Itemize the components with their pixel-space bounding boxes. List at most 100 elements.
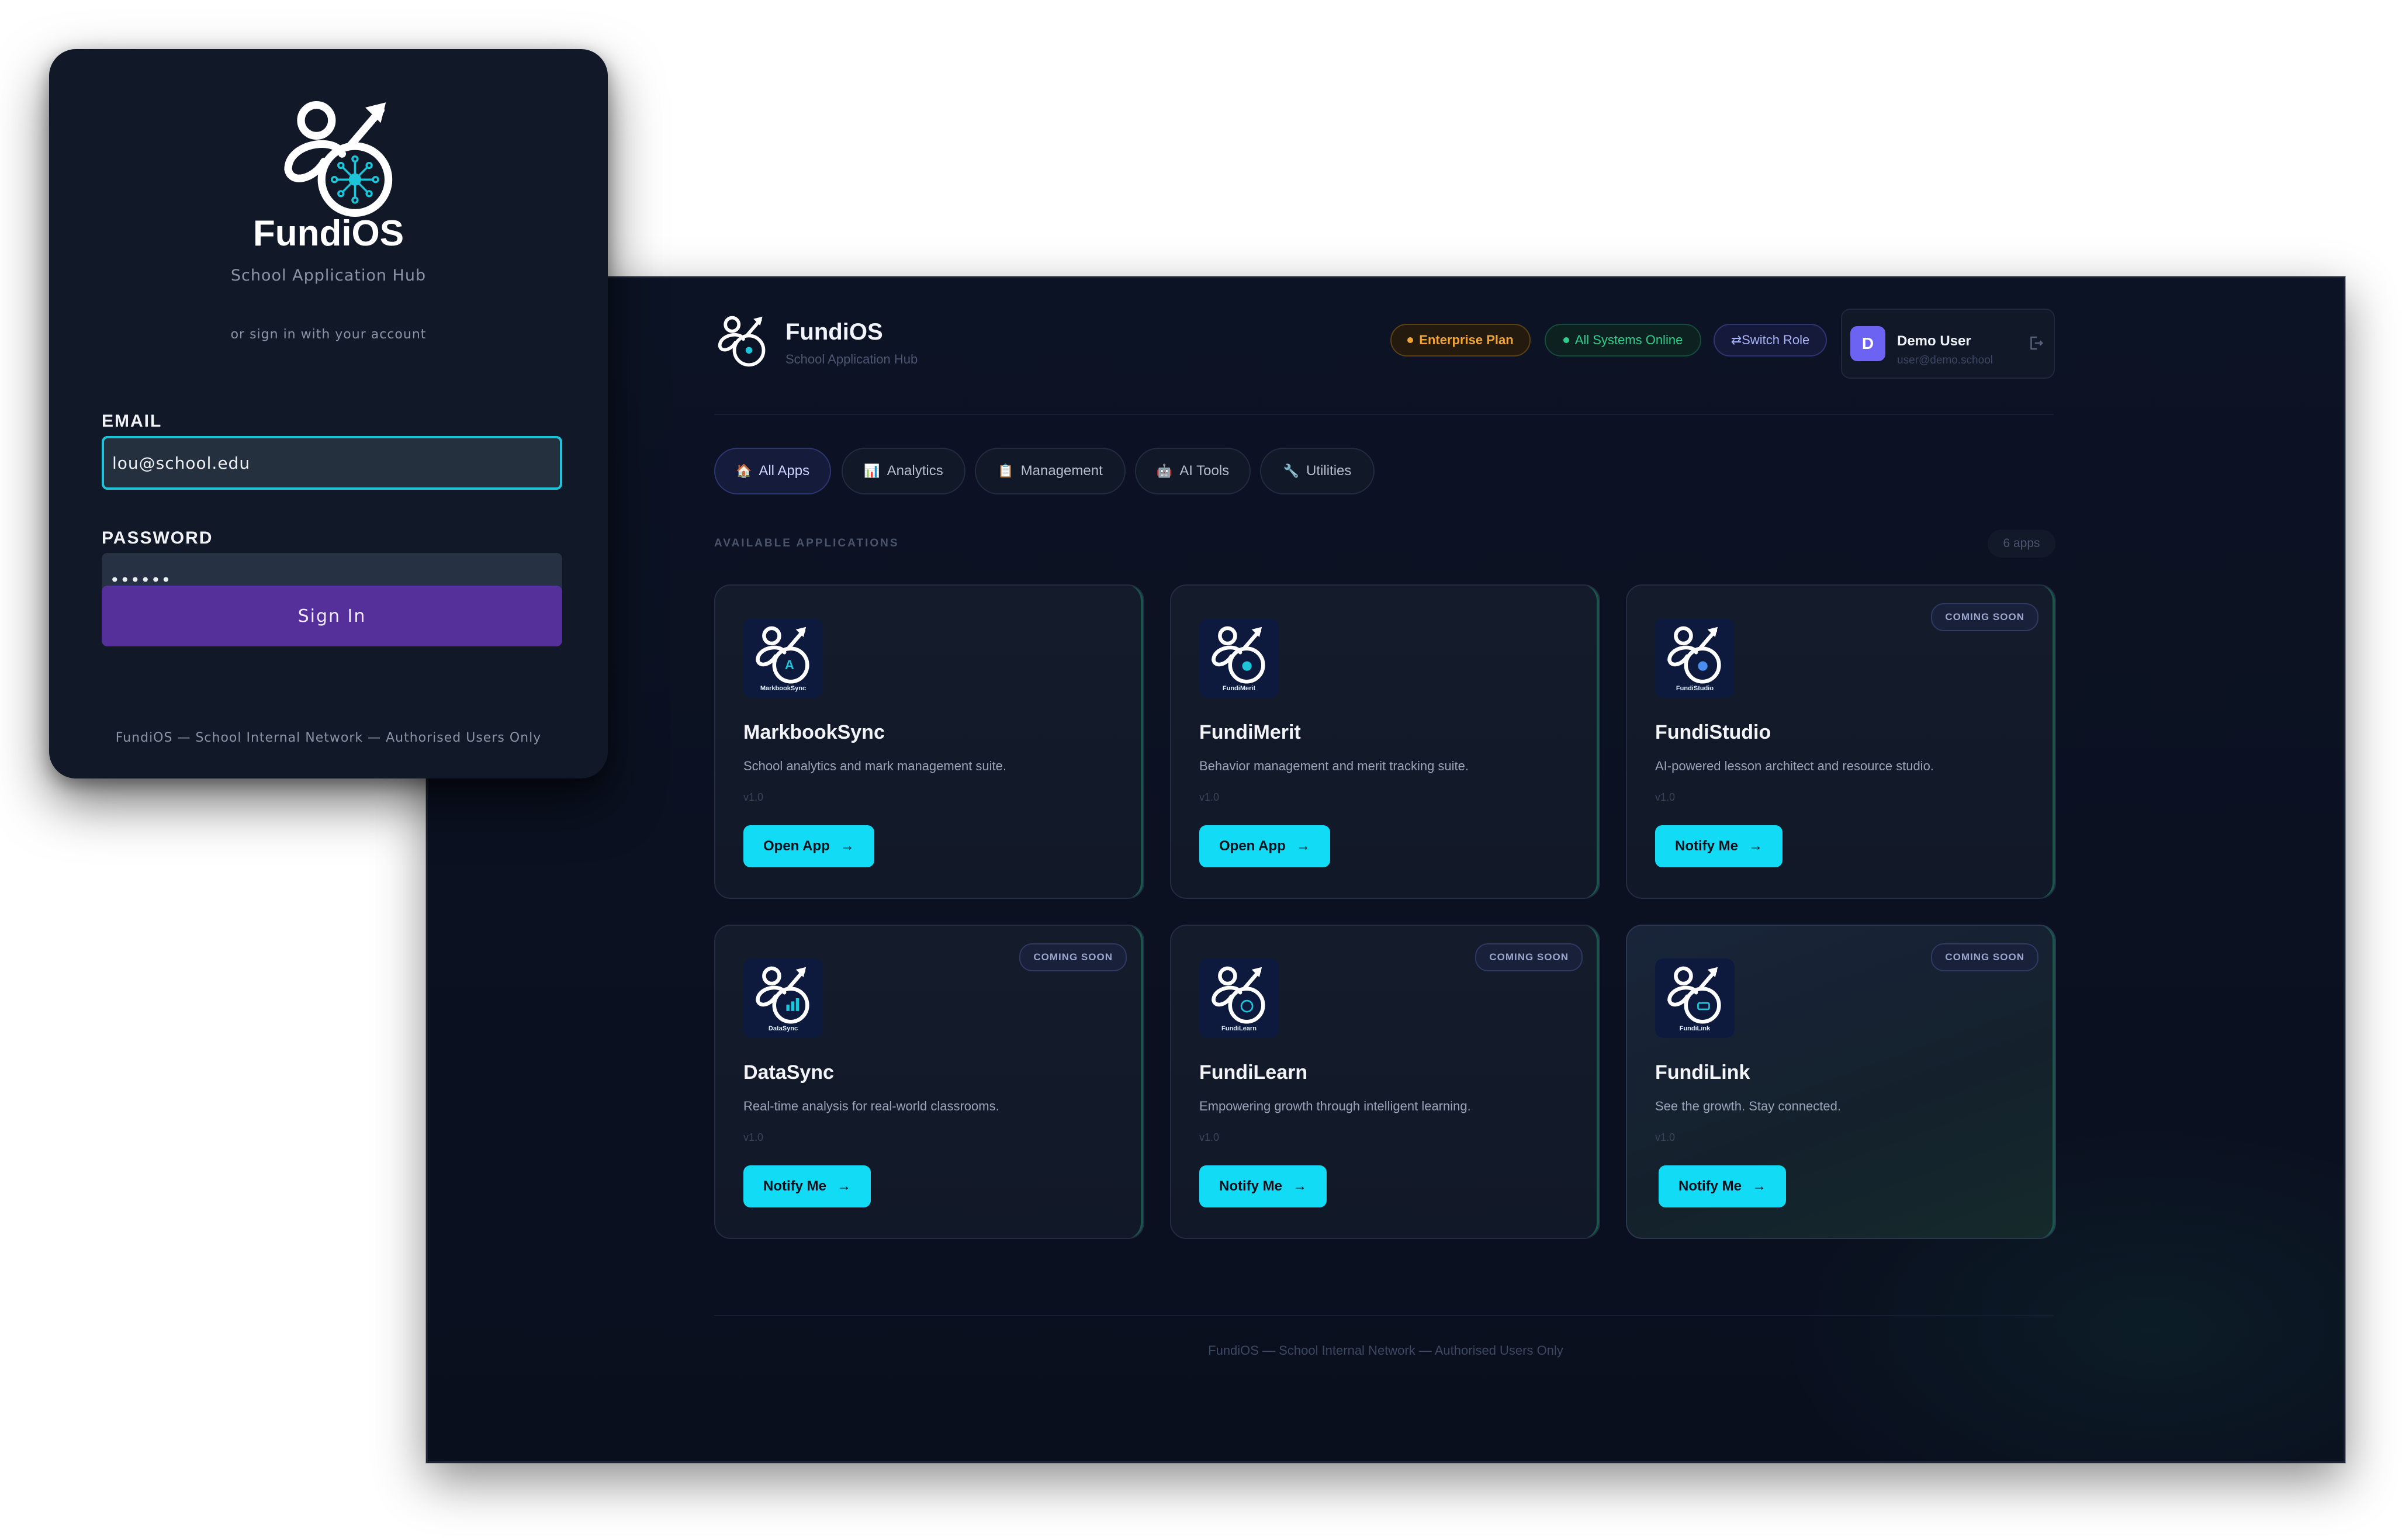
tab-all-apps[interactable]: 🏠 All Apps [714, 448, 831, 494]
coming-soon-badge: COMING SOON [1931, 943, 2038, 971]
arrow-right-icon: → [1749, 838, 1763, 854]
system-status-badge: All Systems Online [1545, 324, 1701, 357]
app-card-fundimerit: FundiMerit FundiMerit Behavior managemen… [1170, 584, 1600, 899]
app-version: v1.0 [743, 1131, 764, 1143]
button-label: Notify Me [1675, 838, 1738, 854]
sign-in-button[interactable]: Sign In [102, 586, 562, 646]
brand-name: FundiOS [785, 319, 883, 345]
logo-label: FundiLink [1679, 1025, 1711, 1032]
app-version: v1.0 [1199, 1131, 1220, 1143]
login-subtitle: School Application Hub [230, 267, 427, 285]
logo-label: FundiMerit [1222, 685, 1256, 692]
clipboard-icon: 📋 [998, 463, 1014, 478]
logo-label: FundiLearn [1221, 1025, 1257, 1032]
app-description: Real-time analysis for real-world classr… [743, 1099, 999, 1113]
open-app-button[interactable]: Open App → [743, 825, 874, 867]
button-label: Notify Me [1219, 1178, 1282, 1194]
status-dot-icon [1407, 337, 1414, 343]
app-card-fundilearn: COMING SOON FundiLearn FundiLearn Empowe… [1170, 925, 1600, 1239]
app-version: v1.0 [1655, 1131, 1676, 1143]
tab-management[interactable]: 📋 Management [975, 448, 1126, 494]
open-app-button[interactable]: Open App → [1199, 825, 1330, 867]
fundimerit-logo-icon: FundiMerit [1199, 618, 1279, 698]
notify-me-button[interactable]: Notify Me → [1655, 825, 1783, 867]
arrow-right-icon: → [1752, 1178, 1766, 1194]
tab-label: Utilities [1306, 463, 1352, 479]
arrow-right-icon: → [837, 1178, 851, 1194]
dashboard-window: FundiOS School Application Hub Enterpris… [426, 276, 2345, 1463]
arrow-right-icon: → [840, 838, 854, 854]
notify-me-button[interactable]: Notify Me → [1659, 1165, 1786, 1207]
wrench-icon: 🔧 [1283, 463, 1300, 478]
app-version: v1.0 [1655, 791, 1676, 803]
coming-soon-badge: COMING SOON [1475, 943, 1583, 971]
logo-label: DataSync [768, 1025, 798, 1032]
app-card-markbooksync: A MarkbookSync MarkbookSync School analy… [714, 584, 1144, 899]
header-divider [714, 414, 2054, 415]
logout-icon[interactable] [2027, 334, 2044, 352]
enterprise-plan-badge: Enterprise Plan [1390, 324, 1531, 357]
login-window: FundiOS School Application Hub or sign i… [49, 49, 608, 778]
app-description: Behavior management and merit tracking s… [1199, 759, 1469, 773]
arrow-right-icon: → [1296, 838, 1310, 854]
plan-label: Enterprise Plan [1419, 333, 1514, 347]
footer-divider [714, 1315, 2054, 1316]
notify-me-button[interactable]: Notify Me → [743, 1165, 871, 1207]
app-title: FundiMerit [1199, 721, 1301, 743]
coming-soon-badge: COMING SOON [1931, 603, 2038, 631]
robot-icon: 🤖 [1156, 463, 1173, 478]
brand-subtitle: School Application Hub [785, 352, 918, 366]
user-menu[interactable]: D Demo User user@demo.school [1841, 309, 2055, 379]
svg-text:A: A [785, 657, 794, 672]
app-description: Empowering growth through intelligent le… [1199, 1099, 1471, 1113]
arrow-right-icon: → [1293, 1178, 1307, 1194]
markbooksync-logo-icon: A MarkbookSync [743, 618, 823, 698]
avatar: D [1850, 326, 1885, 361]
email-label: EMAIL [102, 411, 162, 431]
app-card-fundilink: COMING SOON FundiLink FundiLink See the … [1626, 925, 2056, 1239]
app-card-datasync: COMING SOON DataSync DataSync Real-time … [714, 925, 1144, 1239]
home-icon: 🏠 [735, 463, 752, 478]
tab-label: Management [1020, 463, 1103, 479]
button-label: Open App [763, 838, 830, 854]
app-version: v1.0 [743, 791, 764, 803]
section-title: AVAILABLE APPLICATIONS [714, 537, 899, 549]
app-description: School analytics and mark management sui… [743, 759, 1007, 773]
app-title: DataSync [743, 1061, 834, 1084]
logo-label: FundiStudio [1676, 685, 1714, 692]
email-field[interactable] [102, 436, 562, 490]
datasync-logo-icon: DataSync [743, 958, 823, 1038]
user-email: user@demo.school [1897, 354, 1993, 366]
coming-soon-badge: COMING SOON [1019, 943, 1127, 971]
app-title: MarkbookSync [743, 721, 885, 743]
app-card-fundistudio: COMING SOON FundiStudio FundiStudio AI-p… [1626, 584, 2056, 899]
online-dot-icon [1563, 337, 1569, 343]
app-title: FundiLink [1655, 1061, 1750, 1084]
tab-analytics[interactable]: 📊 Analytics [842, 448, 965, 494]
app-description: See the growth. Stay connected. [1655, 1099, 1841, 1113]
fundios-logo-icon [272, 95, 407, 223]
notify-me-button[interactable]: Notify Me → [1199, 1165, 1327, 1207]
tab-label: AI Tools [1179, 463, 1230, 479]
chart-icon: 📊 [864, 463, 880, 478]
sign-in-hint: or sign in with your account [230, 327, 427, 342]
user-name: Demo User [1897, 333, 1971, 349]
tab-label: All Apps [759, 463, 810, 479]
apps-count-badge: 6 apps [1988, 530, 2055, 558]
switch-role-button[interactable]: ⇄Switch Role [1714, 324, 1827, 357]
tab-utilities[interactable]: 🔧 Utilities [1260, 448, 1375, 494]
fundios-logo-icon [714, 312, 770, 371]
status-label: All Systems Online [1574, 333, 1683, 347]
login-brand: FundiOS [252, 213, 404, 254]
button-label: Notify Me [1678, 1178, 1742, 1194]
tab-label: Analytics [887, 463, 943, 479]
tab-ai-tools[interactable]: 🤖 AI Tools [1135, 448, 1251, 494]
button-label: Notify Me [763, 1178, 826, 1194]
fundistudio-logo-icon: FundiStudio [1655, 618, 1735, 698]
button-label: Open App [1219, 838, 1286, 854]
password-label: PASSWORD [102, 528, 213, 548]
login-footer: FundiOS — School Internal Network — Auth… [115, 731, 542, 745]
fundilearn-logo-icon: FundiLearn [1199, 958, 1279, 1038]
app-title: FundiLearn [1199, 1061, 1308, 1084]
dashboard-footer: FundiOS — School Internal Network — Auth… [1208, 1343, 1563, 1358]
